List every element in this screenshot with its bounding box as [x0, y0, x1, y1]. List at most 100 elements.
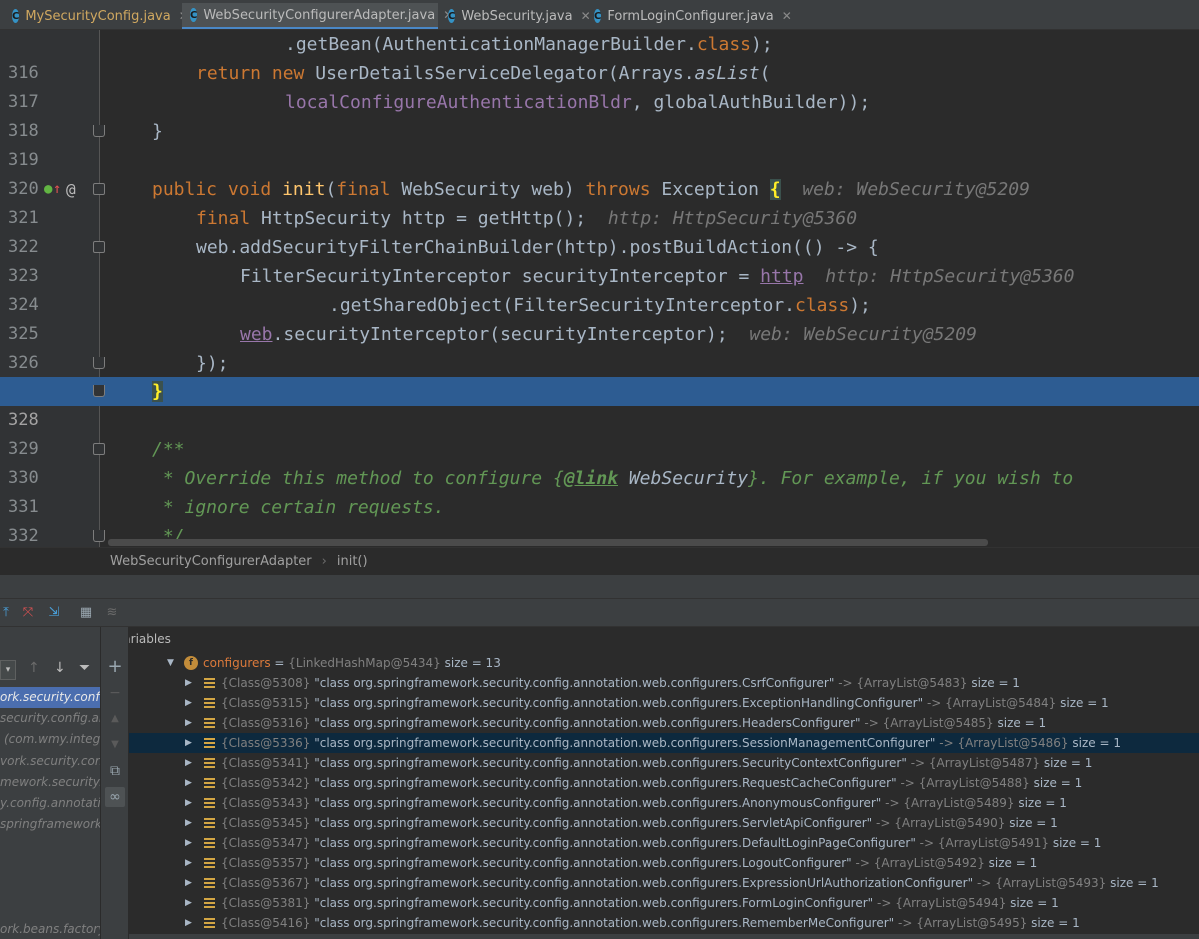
tab-websecurityconfigureradapter[interactable]: C WebSecurityConfigurerAdapter.java ✕ [182, 3, 453, 29]
frame-item[interactable]: ork.security.config.an [0, 687, 100, 708]
tab-label: WebSecurityConfigurerAdapter.java [203, 7, 436, 23]
breadcrumb-method[interactable]: init() [337, 554, 368, 569]
fold-icon[interactable] [93, 357, 105, 369]
expand-arrow-icon[interactable]: ▶ [185, 733, 192, 753]
code-line: 320 [0, 146, 1199, 199]
override-icon[interactable]: ● [44, 175, 52, 204]
arrow-down-icon[interactable]: ▼ [105, 735, 125, 755]
variable-value: {Class@5381} "class org.springframework.… [221, 896, 1059, 910]
drop-frame-icon[interactable]: ⤧ [18, 603, 38, 623]
run-to-cursor-icon[interactable]: ⇲ [44, 603, 64, 623]
expand-arrow-icon[interactable]: ▶ [185, 873, 192, 893]
expand-arrow-icon[interactable]: ▶ [185, 853, 192, 873]
tab-websecurity[interactable]: C WebSecurity.java ✕ [440, 4, 591, 28]
list-icon [204, 898, 215, 908]
arrow-down-icon[interactable]: ↓ [54, 660, 66, 676]
frame-item[interactable]: ork.beans.factory [0, 919, 100, 939]
arrow-up-icon[interactable]: ▲ [105, 709, 125, 729]
variable-entry[interactable]: ▶ {Class@5336} "class org.springframework… [129, 733, 1199, 753]
fold-icon[interactable] [93, 443, 105, 455]
tab-formloginconfigurer[interactable]: C FormLoginConfigurer.java ✕ [586, 4, 792, 28]
expand-arrow-icon[interactable]: ▶ [185, 773, 192, 793]
variable-entry[interactable]: ▶ {Class@5357} "class org.springframework… [129, 853, 1199, 873]
variable-value: {Class@5341} "class org.springframework.… [221, 756, 1093, 770]
debug-tool-strip [0, 575, 1199, 599]
code-line: 324 FilterSecurityInterceptor securityIn… [0, 262, 1199, 315]
variable-entry[interactable]: ▶ {Class@5308} "class org.springframework… [129, 673, 1199, 693]
code-line: 323 web.addSecurityFilterChainBuilder(ht… [0, 233, 1199, 286]
annotation-icon[interactable]: @ [66, 175, 76, 204]
arrow-up-icon[interactable]: ↑ [28, 660, 40, 676]
code-line: 317 return new UserDetailsServiceDelegat… [0, 59, 1199, 112]
expand-arrow-icon[interactable]: ▶ [185, 893, 192, 913]
add-icon[interactable]: + [105, 657, 125, 677]
close-icon[interactable]: ✕ [782, 9, 792, 23]
variable-entry[interactable]: ▶ {Class@5347} "class org.springframework… [129, 833, 1199, 853]
code-text: return new UserDetailsServiceDelegator(A… [196, 63, 771, 84]
list-icon [204, 718, 215, 728]
expand-arrow-icon[interactable]: ▶ [185, 913, 192, 933]
horizontal-scrollbar[interactable] [108, 539, 988, 546]
current-execution-line: 328 } [0, 377, 1199, 435]
variable-entry[interactable]: ▶ {Class@5316} "class org.springframework… [129, 713, 1199, 733]
copy-icon[interactable]: ⧉ [105, 761, 125, 781]
expand-arrow-icon[interactable]: ▶ [185, 673, 192, 693]
variable-root[interactable]: ▼ f configurers = {LinkedHashMap@5434} s… [129, 653, 1199, 673]
code-line: 327 }); [0, 349, 1199, 402]
variable-value: {Class@5308} "class org.springframework.… [221, 676, 1020, 690]
variable-entry[interactable]: ▶ {Class@5341} "class org.springframework… [129, 753, 1199, 773]
code-line: 331 * Override this method to configure … [0, 464, 1199, 517]
code-editor[interactable]: 316 .getBean(AuthenticationManagerBuilde… [0, 30, 1199, 547]
code-text: public void init(final WebSecurity web) … [152, 179, 1030, 200]
variable-entry[interactable]: ▶ {Class@5381} "class org.springframework… [129, 893, 1199, 913]
fold-icon[interactable] [93, 241, 105, 253]
evaluate-icon[interactable]: ▦ [76, 603, 96, 623]
variable-value: {Class@5367} "class org.springframework.… [221, 876, 1159, 890]
breadcrumb-class[interactable]: WebSecurityConfigurerAdapter [110, 554, 312, 569]
expand-arrow-icon[interactable]: ▼ [167, 653, 174, 673]
variable-entry[interactable]: ▶ {Class@5367} "class org.springframework… [129, 873, 1199, 893]
fold-icon[interactable] [93, 125, 105, 137]
code-line: 330 /** [0, 435, 1199, 488]
frame-item[interactable]: (com.wmy.integ [0, 729, 100, 750]
code-line: 329 [0, 406, 1199, 459]
filter-icon[interactable]: ⏷ [79, 660, 90, 676]
variable-entry[interactable]: ▶ {Class@5416} "class org.springframework… [129, 913, 1199, 933]
fold-icon[interactable] [93, 385, 105, 397]
variable-value: {Class@5357} "class org.springframework.… [221, 856, 1038, 870]
expand-arrow-icon[interactable]: ▶ [185, 813, 192, 833]
tab-mysecurityconfig[interactable]: C MySecurityConfig.java ✕ [4, 4, 189, 28]
remove-icon[interactable]: − [105, 683, 125, 703]
watch-icon[interactable]: ∞ [105, 787, 125, 807]
frame-item[interactable]: security.config.an [0, 708, 100, 729]
frame-item[interactable]: mework.security. [0, 772, 100, 793]
variable-entry[interactable]: ▶ {Class@5345} "class org.springframework… [129, 813, 1199, 833]
fold-icon[interactable] [93, 183, 105, 195]
frame-item[interactable]: vork.security.config [0, 751, 100, 772]
list-icon [204, 858, 215, 868]
frame-item[interactable]: springframework. [0, 814, 100, 835]
expand-arrow-icon[interactable]: ▶ [185, 753, 192, 773]
list-icon [204, 758, 215, 768]
expand-arrow-icon[interactable]: ▶ [185, 693, 192, 713]
thread-dropdown[interactable]: ▾ [0, 660, 16, 680]
class-icon: C [12, 9, 20, 23]
expand-arrow-icon[interactable]: ▶ [185, 833, 192, 853]
step-out-icon[interactable]: ⤒ [0, 603, 16, 623]
horizontal-scrollbar[interactable] [129, 934, 1199, 939]
code-line: 316 .getBean(AuthenticationManagerBuilde… [0, 30, 1199, 83]
code-text: } [152, 381, 163, 402]
list-icon [204, 678, 215, 688]
tab-label: FormLoginConfigurer.java [607, 8, 774, 24]
fold-icon[interactable] [93, 530, 105, 542]
expand-arrow-icon[interactable]: ▶ [185, 793, 192, 813]
code-text: web.addSecurityFilterChainBuilder(http).… [196, 237, 879, 258]
variable-entry[interactable]: ▶ {Class@5343} "class org.springframework… [129, 793, 1199, 813]
trace-icon[interactable]: ≋ [102, 603, 122, 623]
expand-arrow-icon[interactable]: ▶ [185, 713, 192, 733]
variable-entry[interactable]: ▶ {Class@5342} "class org.springframework… [129, 773, 1199, 793]
code-text: final HttpSecurity http = getHttp(); htt… [196, 208, 858, 229]
arrow-up-icon[interactable]: ↑ [53, 175, 61, 204]
variable-entry[interactable]: ▶ {Class@5315} "class org.springframework… [129, 693, 1199, 713]
frame-item[interactable]: y.config.annotatio [0, 793, 100, 814]
